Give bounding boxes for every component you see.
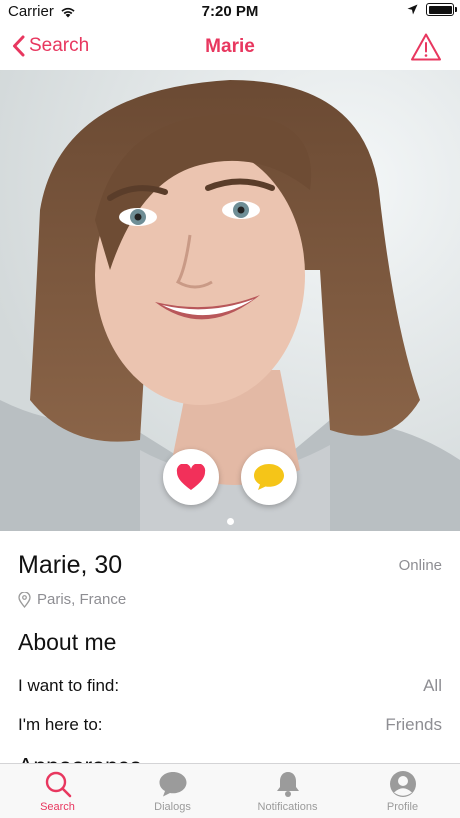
profile-icon (389, 771, 416, 797)
tab-search[interactable]: Search (0, 764, 115, 818)
location-label: Paris, France (37, 591, 127, 608)
photo-page-indicator (0, 518, 460, 525)
detail-value: All (423, 676, 442, 695)
report-warning-icon[interactable] (410, 32, 442, 62)
status-time: 7:20 PM (201, 3, 259, 20)
profile-photo[interactable] (0, 70, 460, 531)
battery-icon (426, 3, 457, 16)
detail-label: I want to find: (18, 676, 120, 695)
chat-bubble-icon (254, 464, 284, 490)
portrait-image (0, 70, 460, 531)
heart-icon (176, 463, 206, 490)
tab-label: Search (40, 801, 75, 813)
tab-label: Dialogs (154, 801, 191, 813)
status-bar: Carrier 7:20 PM (0, 0, 460, 24)
tab-bar: Search Dialogs Notifications Profile (0, 763, 460, 818)
detail-row-looking-for: I want to find: All (18, 676, 442, 696)
detail-row-purpose: I'm here to: Friends (18, 715, 442, 735)
tab-notifications[interactable]: Notifications (230, 764, 345, 818)
bell-icon (276, 772, 299, 797)
tab-dialogs[interactable]: Dialogs (115, 764, 230, 818)
chat-bubble-icon (159, 772, 186, 797)
tab-profile[interactable]: Profile (345, 764, 460, 818)
location: Paris, France (18, 591, 126, 608)
location-pin-icon (18, 591, 31, 608)
page-title: Marie (205, 36, 255, 57)
tab-label: Profile (386, 801, 419, 813)
message-button[interactable] (241, 449, 297, 505)
detail-label: I'm here to: (18, 715, 103, 734)
about-title: About me (18, 629, 117, 655)
location-arrow-icon (407, 4, 418, 15)
tab-label: Notifications (257, 801, 318, 813)
online-status: Online (398, 557, 442, 574)
nav-bar: Search Marie (0, 24, 460, 70)
like-button[interactable] (163, 449, 219, 505)
detail-value: Friends (385, 715, 442, 734)
search-icon (45, 771, 71, 798)
profile-name-age: Marie, 30 (18, 551, 123, 579)
status-right (407, 3, 457, 16)
page-dot-active (226, 518, 234, 525)
